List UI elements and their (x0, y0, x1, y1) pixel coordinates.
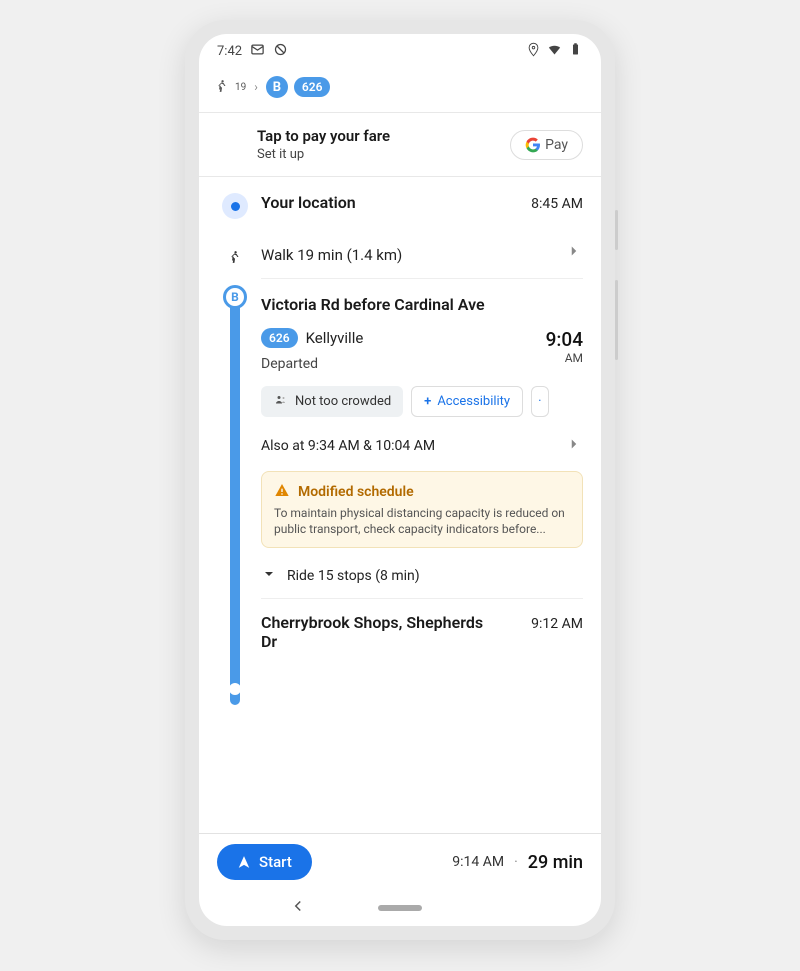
also-at-row[interactable]: Also at 9:34 AM & 10:04 AM (261, 417, 583, 471)
origin-label: Your location (261, 193, 356, 212)
alert-title: Modified schedule (298, 484, 414, 500)
people-icon (273, 394, 289, 410)
walk-step[interactable]: Walk 19 min (1.4 km) (199, 226, 601, 279)
walk-label: Walk 19 min (1.4 km) (261, 246, 402, 264)
ride-label: Ride 15 stops (8 min) (287, 568, 420, 584)
route-summary: 19 › B 626 (199, 68, 601, 112)
chevron-right-icon (565, 435, 583, 457)
bottom-bar: Start 9:14 AM · 29 min (199, 833, 601, 890)
also-at-label: Also at 9:34 AM & 10:04 AM (261, 438, 435, 454)
route-destination: Kellyville (306, 329, 364, 347)
origin-time: 8:45 AM (531, 196, 583, 212)
status-bar: 7:42 (199, 34, 601, 68)
trip-duration: 29 min (528, 852, 583, 873)
wifi-icon (547, 42, 562, 61)
walk-icon (215, 78, 229, 97)
boarding-stop-name: Victoria Rd before Cardinal Ave (261, 295, 583, 314)
warning-icon (274, 482, 290, 502)
next-stop-time: 9:12 AM (531, 616, 583, 632)
start-button[interactable]: Start (217, 844, 312, 880)
bus-node-icon: B (223, 285, 247, 309)
back-button[interactable] (289, 897, 307, 919)
chevron-down-icon (261, 566, 277, 586)
pay-label: Pay (545, 137, 568, 153)
crowd-chip[interactable]: Not too crowded (261, 386, 403, 417)
departure-ampm: AM (546, 351, 583, 365)
bus-route-chip: 626 (294, 77, 331, 97)
walk-minutes: 19 (235, 82, 246, 93)
system-nav-bar (199, 890, 601, 926)
google-logo-icon (525, 137, 541, 153)
accessibility-chip[interactable]: + Accessibility (411, 386, 523, 417)
crowd-label: Not too crowded (295, 394, 391, 409)
pay-title: Tap to pay your fare (257, 127, 390, 145)
walk-icon (222, 244, 248, 270)
alert-body: To maintain physical distancing capacity… (274, 506, 570, 537)
home-pill[interactable] (378, 905, 422, 911)
mail-icon (250, 42, 265, 61)
google-pay-button[interactable]: Pay (510, 130, 583, 160)
battery-icon (568, 42, 583, 61)
more-chip[interactable]: · (531, 386, 548, 417)
directions-list[interactable]: Your location 8:45 AM Walk 19 min (1.4 k… (199, 177, 601, 833)
bus-mode-badge: B (266, 76, 288, 98)
navigate-icon (237, 855, 251, 869)
service-alert[interactable]: Modified schedule To maintain physical d… (261, 471, 583, 548)
next-stop-name: Cherrybrook Shops, Shepherds Dr (261, 613, 491, 651)
departure-status: Departed (261, 356, 363, 372)
pay-fare-card[interactable]: Tap to pay your fare Set it up Pay (199, 112, 601, 177)
chevron-right-icon: › (254, 80, 258, 94)
location-icon (526, 42, 541, 61)
no-disturb-icon (273, 42, 288, 61)
route-chip: 626 (261, 328, 298, 348)
accessibility-label: Accessibility (437, 394, 510, 409)
chevron-right-icon (565, 242, 583, 264)
ride-summary[interactable]: Ride 15 stops (8 min) (261, 556, 583, 594)
origin-marker-icon (222, 193, 248, 219)
departure-time: 9:04 (546, 328, 583, 351)
arrival-time: 9:14 AM (452, 854, 504, 870)
plus-icon: + (424, 394, 431, 409)
start-label: Start (259, 853, 292, 871)
status-time: 7:42 (217, 44, 242, 59)
pay-subtitle: Set it up (257, 147, 390, 162)
